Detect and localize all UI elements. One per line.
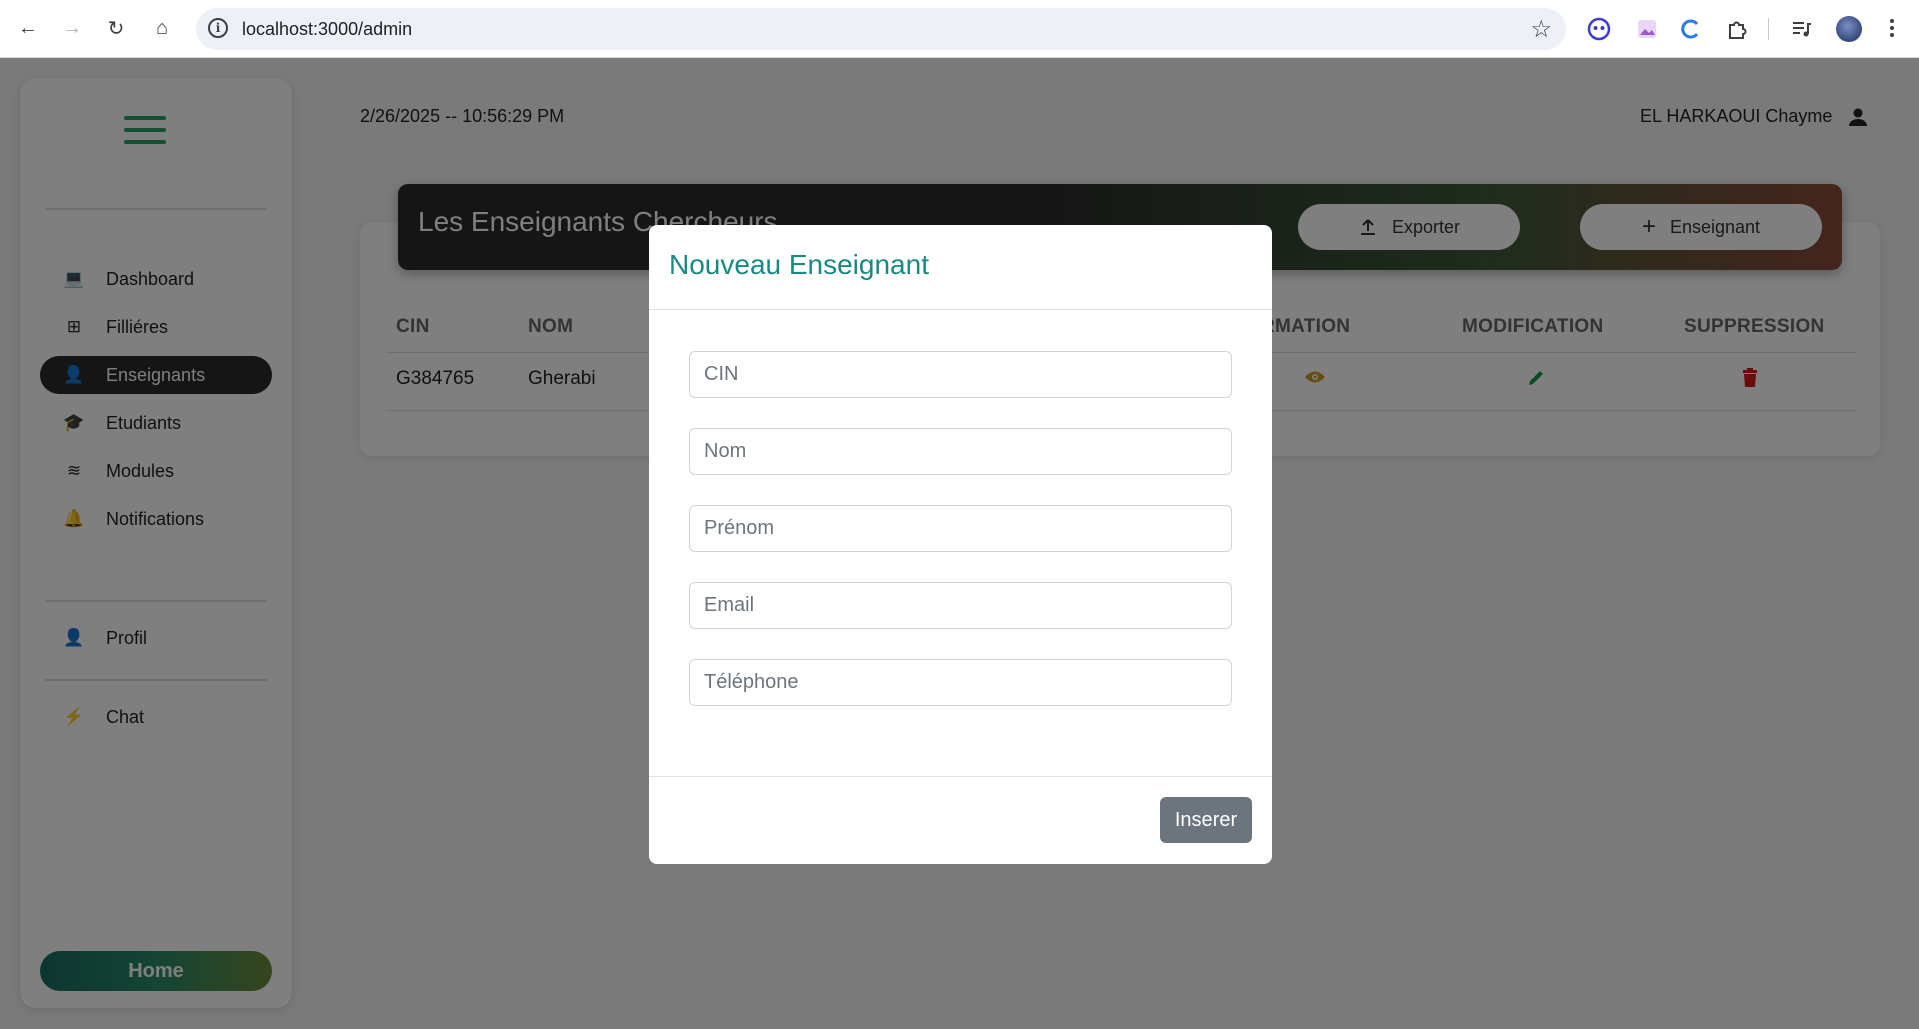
extensions-puzzle-icon[interactable] (1722, 14, 1752, 44)
home-icon[interactable]: ⌂ (146, 12, 178, 44)
profile-avatar[interactable] (1836, 16, 1862, 42)
media-playlist-icon[interactable] (1786, 14, 1816, 44)
extension-image-icon[interactable] (1632, 14, 1662, 44)
bookmark-star-icon[interactable]: ☆ (1530, 15, 1552, 44)
forward-icon[interactable]: → (56, 12, 88, 44)
cin-field[interactable] (689, 351, 1232, 398)
nom-field[interactable] (689, 428, 1232, 475)
telephone-field[interactable] (689, 659, 1232, 706)
modal-header-divider (649, 309, 1272, 310)
email-field[interactable] (689, 582, 1232, 629)
url-text[interactable]: localhost:3000/admin (242, 19, 412, 40)
prenom-field[interactable] (689, 505, 1232, 552)
new-teacher-modal: Nouveau Enseignant Inserer (649, 225, 1272, 864)
modal-title: Nouveau Enseignant (669, 249, 929, 280)
insert-button[interactable]: Inserer (1160, 797, 1252, 843)
reload-icon[interactable]: ↻ (100, 12, 132, 44)
menu-kebab-icon[interactable] (1876, 12, 1908, 44)
site-info-icon[interactable]: i (208, 18, 228, 38)
address-bar[interactable]: i localhost:3000/admin ☆ (196, 8, 1566, 50)
extension-c-icon[interactable] (1676, 14, 1706, 44)
browser-toolbar: ← → ↻ ⌂ i localhost:3000/admin ☆ (0, 0, 1919, 58)
modal-footer-divider (649, 776, 1272, 777)
back-icon[interactable]: ← (12, 12, 44, 44)
toolbar-separator (1768, 18, 1769, 40)
extension-mask-icon[interactable] (1584, 14, 1614, 44)
